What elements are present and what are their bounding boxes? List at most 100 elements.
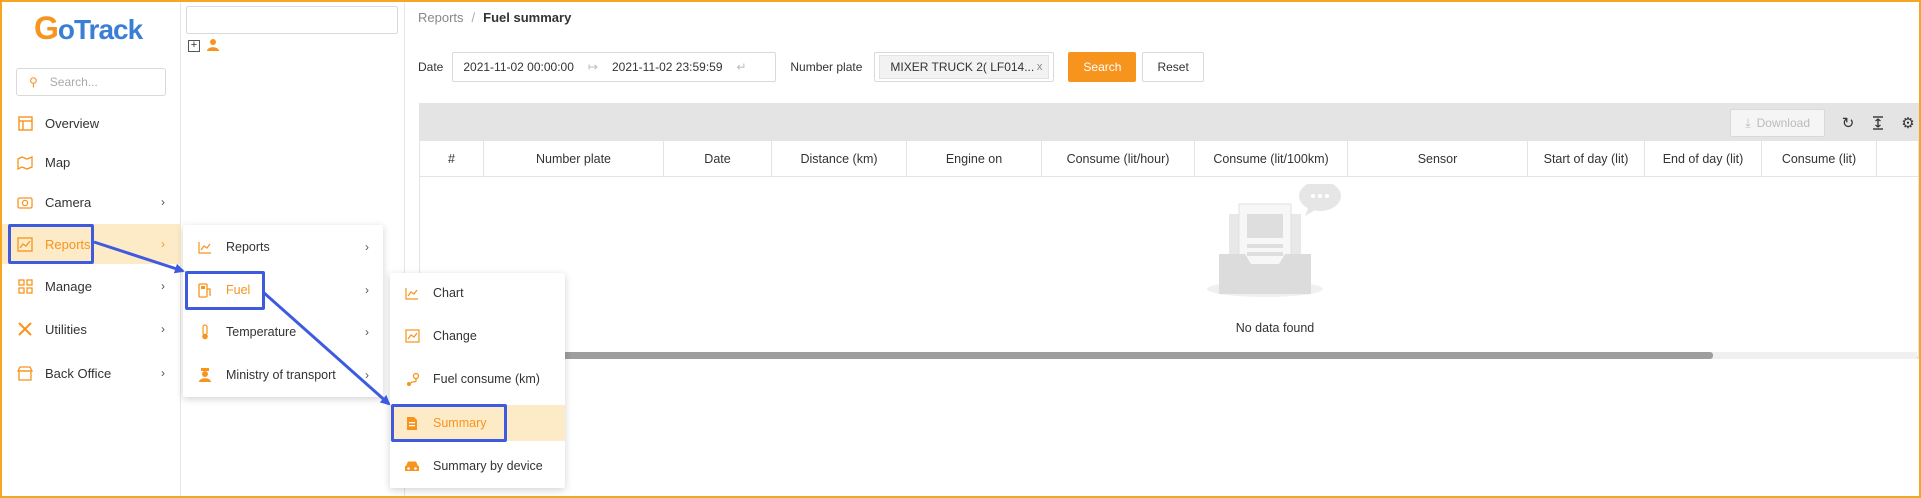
date-label: Date [418,60,444,74]
menu-item-change[interactable]: Change [390,318,565,354]
horizontal-scrollbar[interactable] [553,352,1917,359]
search-button[interactable]: Search [1068,52,1137,82]
chevron-right-icon: › [161,237,165,251]
menu-item-label: Reports [226,240,270,254]
gotrack-logo[interactable]: GoTrack [34,10,143,47]
breadcrumb-parent[interactable]: Reports [418,10,464,25]
menu-item-label: Temperature [226,325,297,339]
expand-icon[interactable]: + [188,40,200,52]
column-header[interactable]: Consume (lit/100km) [1195,141,1348,176]
menu-item-label: Chart [433,286,464,300]
chevron-right-icon: › [161,279,165,293]
arrow-right-icon: ↦ [587,60,598,74]
plate-tag: MIXER TRUCK 2( LF014... x [879,55,1050,79]
column-header[interactable]: Sensor [1348,141,1528,176]
sidebar-item-label: Manage [45,278,92,294]
sidebar-item-overview[interactable]: Overview [2,103,181,143]
sidebar-item-camera[interactable]: Camera › [2,182,181,222]
reset-button[interactable]: Reset [1142,52,1204,82]
route-icon [404,371,420,387]
sidebar-item-label: Back Office [45,365,112,381]
thermometer-icon [197,324,213,340]
map-icon [16,153,34,171]
menu-item-fuel-consume-km[interactable]: Fuel consume (km) [390,361,565,397]
chevron-right-icon: › [365,240,369,254]
plate-select[interactable]: MIXER TRUCK 2( LF014... x [874,52,1055,82]
breadcrumb-separator: / [471,10,476,25]
close-icon[interactable]: x [1037,61,1043,73]
menu-item-label: Change [433,329,477,343]
menu-item-label: Fuel consume (km) [433,372,540,386]
chevron-right-icon: › [161,195,165,209]
grid-icon [16,277,34,295]
column-header[interactable]: Consume (lit) [1762,141,1877,176]
chevron-right-icon: › [161,322,165,336]
empty-state: No data found [420,178,1918,348]
sidebar-search-input[interactable]: ⚲ Search... [16,68,166,96]
annotation-highlight-reports [8,224,94,264]
reports-submenu: Reports › Fuel › Temperature › Ministry … [183,225,383,397]
chevron-right-icon: › [161,366,165,380]
table-container: ⤓ Download ↻ ⚙ # Number plate Date Dista… [419,103,1919,359]
fuel-submenu: Chart Change Fuel consume (km) Summary S… [390,273,565,488]
annotation-highlight-fuel [185,271,265,310]
tools-icon [16,320,34,338]
date-start-field[interactable]: 2021-11-02 00:00:00 [463,60,574,74]
chevron-right-icon: › [365,283,369,297]
column-header[interactable]: Distance (km) [772,141,907,176]
store-icon [16,364,34,382]
column-header[interactable]: Start of day (lit) [1528,141,1645,176]
layout-icon [16,114,34,132]
sidebar-item-label: Utilities [45,321,87,337]
table-toolbar: ⤓ Download ↻ ⚙ [1730,109,1919,137]
car-icon [404,458,420,474]
menu-item-reports[interactable]: Reports › [183,229,383,265]
gear-icon[interactable]: ⚙ [1899,114,1917,132]
scrollbar-thumb[interactable] [553,352,1713,359]
refresh-icon[interactable]: ↻ [1839,114,1857,132]
sidebar-item-utilities[interactable]: Utilities › [2,309,181,349]
plate-tag-label: MIXER TRUCK 2( LF014... [890,60,1035,74]
data-table: # Number plate Date Distance (km) Engine… [420,141,1918,356]
camera-icon [16,193,34,211]
user-group-icon[interactable] [206,38,220,55]
column-header[interactable]: Date [664,141,772,176]
sidebar-item-back-office[interactable]: Back Office › [2,353,181,393]
column-header[interactable]: End of day (lit) [1645,141,1762,176]
plate-label: Number plate [790,60,863,74]
chevron-right-icon: › [365,325,369,339]
date-end-field[interactable]: 2021-11-02 23:59:59 [612,60,723,74]
sidebar-item-label: Camera [45,194,92,210]
menu-item-ministry-of-transport[interactable]: Ministry of transport › [183,357,383,393]
column-height-icon[interactable] [1869,114,1887,132]
search-placeholder: Search... [49,75,98,89]
sidebar-item-label: Map [45,154,71,170]
breadcrumb-current: Fuel summary [483,10,572,25]
date-range-picker[interactable]: 2021-11-02 00:00:00 ↦ 2021-11-02 23:59:5… [452,52,777,82]
filter-row: Date 2021-11-02 00:00:00 ↦ 2021-11-02 23… [418,52,1204,82]
annotation-highlight-summary [391,404,507,442]
column-header[interactable]: Engine on [907,141,1042,176]
menu-item-temperature[interactable]: Temperature › [183,314,383,350]
empty-text: No data found [1235,321,1315,335]
sidebar-item-map[interactable]: Map [2,142,181,182]
line-chart-icon [404,285,420,301]
column-header-spacer [1877,141,1918,176]
menu-item-summary-by-device[interactable]: Summary by device [390,448,565,484]
main-content: Reports / Fuel summary Date 2021-11-02 00:… [406,2,1919,496]
tree-search-input[interactable] [186,6,398,34]
column-header[interactable]: # [420,141,484,176]
menu-item-chart[interactable]: Chart [390,275,565,311]
empty-inbox-icon [1207,184,1341,297]
officer-icon [197,367,213,383]
chevron-right-icon: › [365,368,369,382]
column-header[interactable]: Consume (lit/hour) [1042,141,1195,176]
search-icon: ⚲ [29,75,38,89]
sidebar-item-manage[interactable]: Manage › [2,266,181,306]
sidebar-item-label: Overview [45,115,100,131]
arrow-left-icon: ↵ [736,60,747,74]
download-label: Download [1756,116,1810,130]
download-button[interactable]: ⤓ Download [1730,109,1825,137]
column-header[interactable]: Number plate [484,141,664,176]
breadcrumb: Reports / Fuel summary [418,10,571,25]
